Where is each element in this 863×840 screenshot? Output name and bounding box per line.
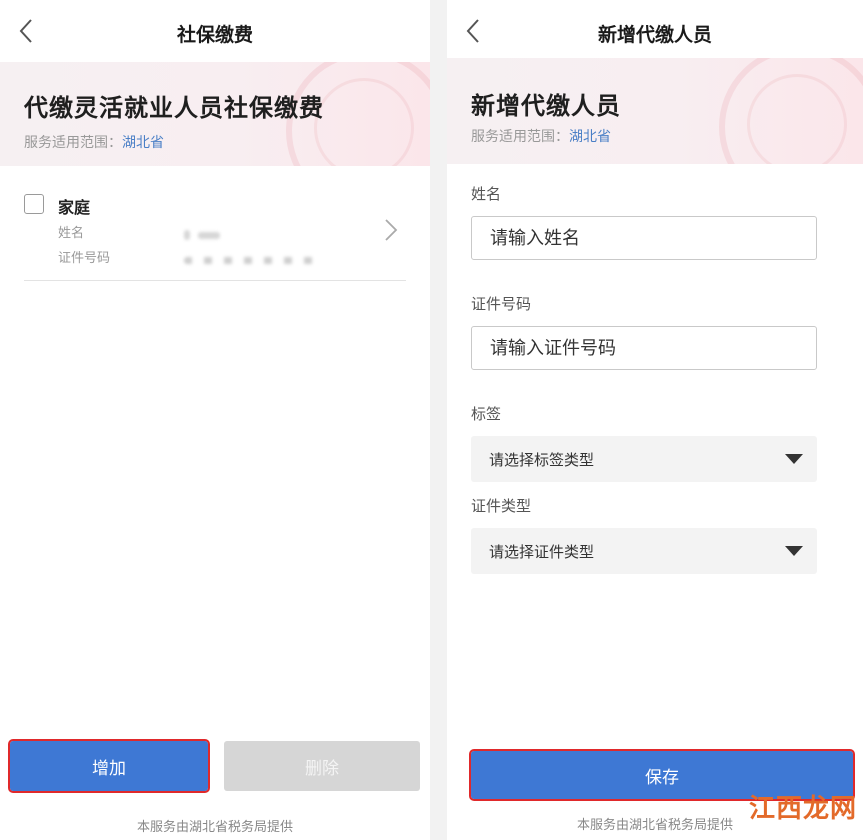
id-type-select[interactable]: 请选择证件类型	[471, 528, 817, 574]
nav-bar: 社保缴费	[0, 0, 430, 62]
scope-label: 服务适用范围：	[471, 129, 569, 145]
blurred-name-part	[198, 232, 220, 239]
service-banner: 代缴灵活就业人员社保缴费 服务适用范围：湖北省	[0, 62, 430, 166]
scope-province: 湖北省	[569, 129, 611, 145]
add-button[interactable]: 增加	[8, 739, 210, 793]
name-label: 姓名	[471, 185, 502, 203]
caret-down-icon	[785, 454, 803, 464]
blurred-name-part	[184, 230, 190, 240]
id-type-label: 证件类型	[471, 497, 532, 515]
page-title: 新增代缴人员	[597, 24, 712, 46]
add-payer-screen: 新增代缴人员 新增代缴人员 服务适用范围：湖北省 姓名 证件号码 标签 请选择标…	[447, 0, 863, 840]
chevron-right-icon	[385, 219, 398, 241]
person-card-family[interactable]: 家庭 姓名 证件号码	[24, 184, 406, 281]
delete-button[interactable]: 删除	[224, 741, 420, 791]
service-scope: 服务适用范围：湖北省	[24, 132, 164, 152]
name-input[interactable]	[471, 216, 817, 260]
tag-select[interactable]: 请选择标签类型	[471, 436, 817, 482]
social-security-payment-screen: 社保缴费 代缴灵活就业人员社保缴费 服务适用范围：湖北省 家庭 姓名 证件号码 …	[0, 0, 430, 840]
id-number-input[interactable]	[471, 326, 817, 370]
id-type-select-value: 请选择证件类型	[489, 543, 595, 561]
blurred-id-number	[184, 257, 324, 264]
tag-label: 标签	[471, 405, 502, 423]
service-banner: 新增代缴人员 服务适用范围：湖北省	[447, 58, 863, 164]
page-title: 社保缴费	[176, 24, 253, 46]
seal-decoration	[719, 58, 863, 164]
id-number-label: 证件号码	[471, 295, 532, 313]
scope-province: 湖北省	[122, 135, 164, 151]
id-label: 证件号码	[58, 251, 111, 266]
site-watermark: 江西龙网	[748, 794, 857, 824]
caret-down-icon	[785, 546, 803, 556]
banner-title: 新增代缴人员	[471, 92, 621, 120]
footer-note: 本服务由湖北省税务局提供	[136, 820, 293, 835]
banner-title: 代缴灵活就业人员社保缴费	[24, 94, 324, 122]
checkbox-icon[interactable]	[24, 194, 44, 214]
name-label: 姓名	[58, 226, 85, 241]
service-scope: 服务适用范围：湖北省	[471, 126, 611, 146]
card-title: 家庭	[58, 198, 91, 217]
tag-select-value: 请选择标签类型	[489, 451, 595, 469]
nav-bar: 新增代缴人员	[447, 0, 863, 62]
scope-label: 服务适用范围：	[24, 135, 122, 151]
